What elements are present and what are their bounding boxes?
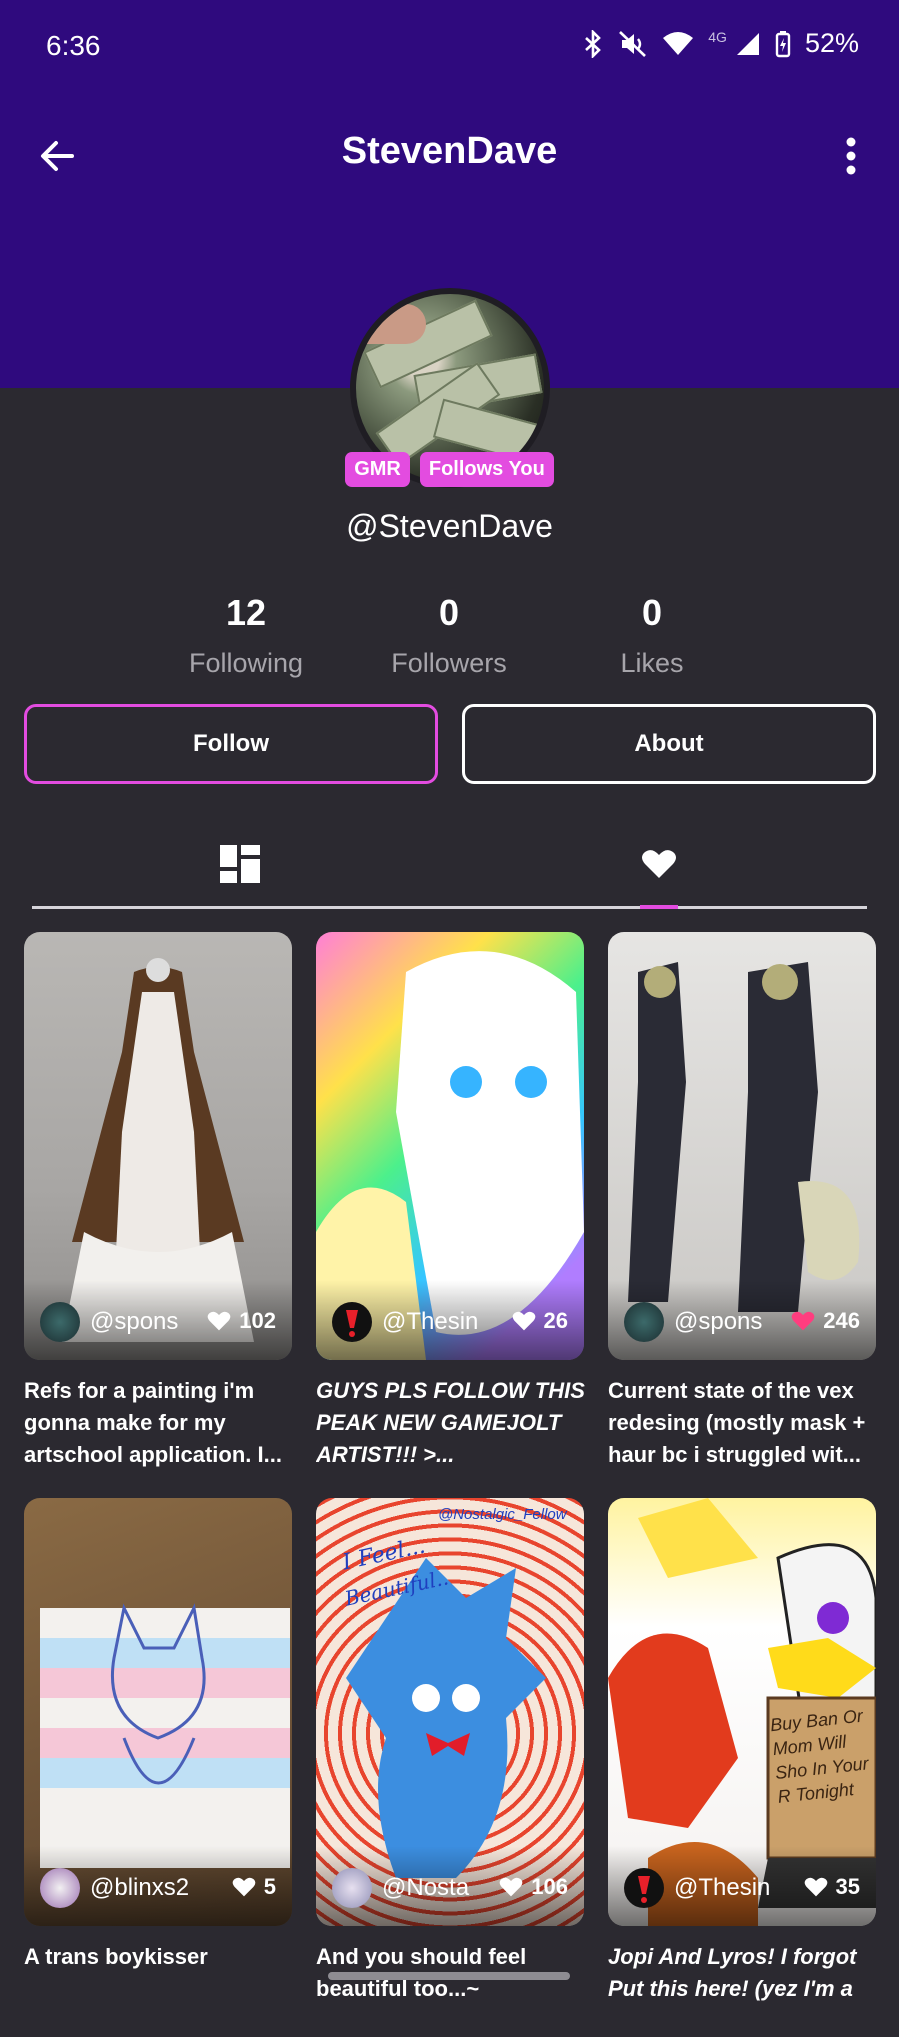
- status-bar: 6:36 4G 52%: [0, 0, 899, 96]
- post-likes[interactable]: 106: [499, 1874, 568, 1900]
- author-handle: @Nosta: [382, 1874, 470, 1901]
- status-icons: 4G 52%: [582, 28, 859, 59]
- post-card[interactable]: @spons 246: [608, 932, 876, 1360]
- artwork-sign-text: Buy Ban Or Mom Will Sho In Your R Tonigh…: [769, 1705, 870, 1807]
- stat-value: 0: [438, 592, 460, 633]
- heart-icon: [512, 1311, 535, 1331]
- post-author[interactable]: @spons: [624, 1302, 774, 1342]
- more-vertical-icon: [846, 137, 856, 175]
- battery-percent: 52%: [804, 28, 859, 58]
- author-avatar: [332, 1868, 372, 1908]
- author-avatar: [332, 1302, 372, 1342]
- post-card[interactable]: I Feel... Beautiful.. @Nostalgic_Fellow …: [316, 1498, 584, 1926]
- post-likes[interactable]: 102: [207, 1308, 276, 1334]
- stat-value: 0: [641, 592, 663, 633]
- more-options-button[interactable]: [825, 130, 877, 182]
- stat-label: Followers: [391, 648, 507, 678]
- profile-tabs: [32, 820, 867, 909]
- artwork-watermark: @Nostalgic_Fellow: [438, 1506, 567, 1523]
- heart-icon: [642, 850, 676, 878]
- stat-label: Likes: [620, 648, 684, 678]
- profile-stats: 12 Following 0 Followers 0 Likes: [0, 592, 899, 682]
- post-card[interactable]: @spons 102: [24, 932, 292, 1360]
- post-likes[interactable]: 26: [512, 1308, 568, 1334]
- page-title: StevenDave: [341, 130, 558, 172]
- heart-icon: [232, 1877, 256, 1897]
- heart-icon: [804, 1877, 827, 1897]
- like-count: 26: [543, 1308, 568, 1333]
- app-bar: StevenDave: [0, 110, 899, 200]
- like-count: 106: [531, 1874, 568, 1899]
- stat-followers[interactable]: 0 Followers: [349, 592, 549, 679]
- post-caption[interactable]: A trans boykisser: [24, 1941, 294, 2037]
- author-avatar: [40, 1868, 80, 1908]
- bluetooth-icon: [582, 29, 604, 58]
- post-likes[interactable]: 5: [232, 1874, 276, 1900]
- post-likes[interactable]: 35: [804, 1874, 860, 1900]
- profile-handle: @StevenDave: [346, 508, 553, 544]
- status-time: 6:36: [46, 30, 101, 61]
- signal-icon: [735, 31, 761, 57]
- posts-grid-icon: [220, 845, 260, 883]
- post-caption[interactable]: Jopi And Lyros! I forgot Put this here! …: [608, 1941, 878, 2037]
- like-count: 35: [835, 1874, 860, 1899]
- post-caption[interactable]: GUYS PLS FOLLOW THIS PEAK NEW GAMEJOLT A…: [316, 1375, 586, 1471]
- author-handle: @Thesin: [674, 1874, 771, 1901]
- stat-value: 12: [225, 592, 267, 633]
- active-tab-indicator: [640, 905, 678, 909]
- follows-you-badge: Follows You: [419, 452, 554, 487]
- like-count: 5: [263, 1874, 276, 1899]
- author-avatar: [624, 1302, 664, 1342]
- author-handle: @spons: [674, 1308, 763, 1335]
- stat-following[interactable]: 12 Following: [146, 592, 346, 679]
- author-handle: @Thesin: [382, 1308, 479, 1335]
- post-author[interactable]: @Thesin: [624, 1868, 774, 1908]
- about-button[interactable]: About: [462, 704, 876, 784]
- post-caption[interactable]: Current state of the vex redesing (mostl…: [608, 1375, 878, 1471]
- hand-shape: [356, 304, 426, 344]
- like-count: 102: [239, 1308, 276, 1333]
- post-author[interactable]: @Nosta: [332, 1868, 482, 1908]
- network-type: 4G: [708, 28, 727, 45]
- tab-posts[interactable]: [210, 834, 270, 894]
- tab-likes[interactable]: [629, 834, 689, 894]
- gesture-home-bar[interactable]: [328, 1972, 570, 1980]
- author-handle: @blinxs2: [90, 1874, 190, 1901]
- heart-icon: [499, 1877, 523, 1897]
- post-author[interactable]: @spons: [40, 1302, 190, 1342]
- follow-button[interactable]: Follow: [24, 704, 438, 784]
- badge-row: GMR Follows You: [0, 452, 899, 487]
- gmr-badge: GMR: [345, 452, 410, 487]
- wifi-icon: [662, 31, 694, 57]
- post-caption[interactable]: Refs for a painting i'm gonna make for m…: [24, 1375, 294, 1471]
- mute-icon: [618, 30, 648, 58]
- post-author[interactable]: @blinxs2: [40, 1868, 190, 1908]
- heart-filled-icon: [791, 1311, 815, 1331]
- author-handle: @spons: [90, 1308, 179, 1335]
- author-avatar: [624, 1868, 664, 1908]
- post-card[interactable]: @Thesin 26: [316, 932, 584, 1360]
- like-count: 246: [823, 1308, 860, 1333]
- battery-icon: [775, 30, 791, 58]
- author-avatar: [40, 1302, 80, 1342]
- post-caption[interactable]: And you should feel beautiful too...~: [316, 1941, 586, 2037]
- post-author[interactable]: @Thesin: [332, 1302, 482, 1342]
- post-likes[interactable]: 246: [791, 1308, 860, 1334]
- post-card[interactable]: @blinxs2 5: [24, 1498, 292, 1926]
- stat-likes[interactable]: 0 Likes: [552, 592, 752, 679]
- stat-label: Following: [188, 648, 304, 678]
- post-card[interactable]: Buy Ban Or Mom Will Sho In Your R Tonigh…: [608, 1498, 876, 1926]
- heart-icon: [207, 1311, 231, 1331]
